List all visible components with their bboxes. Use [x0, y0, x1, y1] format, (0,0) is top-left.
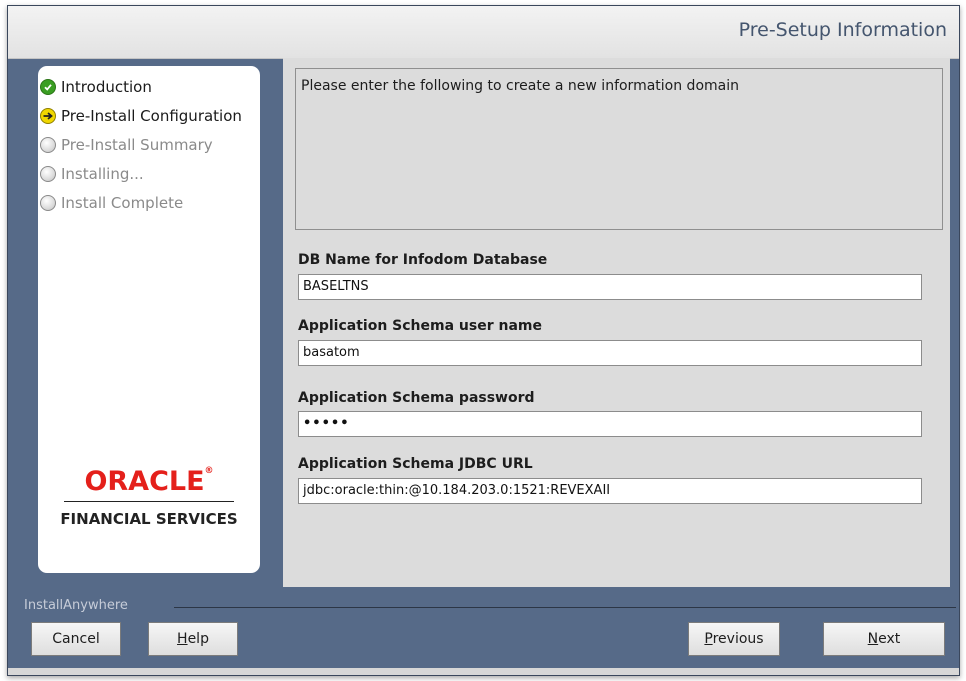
- step-introduction: Introduction: [40, 72, 242, 101]
- schema-user-input[interactable]: basatom: [298, 340, 922, 366]
- step-label: Install Complete: [61, 193, 184, 212]
- step-pre-install-summary: Pre-Install Summary: [40, 130, 242, 159]
- steps-list: Introduction Pre-Install Configuration P…: [40, 72, 242, 217]
- content-panel: Please enter the following to create a n…: [283, 58, 950, 587]
- schema-password-input[interactable]: •••••: [298, 411, 922, 437]
- step-label: Pre-Install Configuration: [61, 106, 242, 125]
- window-bottom-edge: [8, 668, 959, 675]
- page-title: Pre-Setup Information: [738, 19, 947, 41]
- circle-icon: [40, 194, 56, 211]
- step-pre-install-configuration: Pre-Install Configuration: [40, 101, 242, 130]
- schema-user-label: Application Schema user name: [298, 318, 542, 334]
- check-icon: [40, 78, 56, 95]
- help-button[interactable]: Help: [148, 622, 238, 656]
- next-button[interactable]: Next: [823, 622, 945, 656]
- financial-services-label: FINANCIAL SERVICES: [60, 510, 238, 528]
- previous-button[interactable]: Previous: [688, 622, 780, 656]
- jdbc-url-label: Application Schema JDBC URL: [298, 456, 533, 472]
- circle-icon: [40, 165, 56, 182]
- cancel-button[interactable]: Cancel: [31, 622, 121, 656]
- step-label: Pre-Install Summary: [61, 135, 213, 154]
- logo-divider: [64, 501, 234, 502]
- circle-icon: [40, 136, 56, 153]
- description-text: Please enter the following to create a n…: [301, 78, 739, 94]
- header-bar: Pre-Setup Information: [8, 6, 959, 59]
- db-name-input[interactable]: BASELTNS: [298, 274, 922, 300]
- jdbc-url-input[interactable]: jdbc:oracle:thin:@10.184.203.0:1521:REVE…: [298, 478, 922, 504]
- oracle-logo: ORACLE® FINANCIAL SERVICES: [38, 466, 260, 528]
- installer-window: Pre-Setup Information Introduction Pre-I…: [7, 5, 960, 676]
- arrow-right-icon: [40, 107, 56, 124]
- footer-divider: [174, 607, 956, 608]
- steps-panel: Introduction Pre-Install Configuration P…: [38, 66, 260, 573]
- db-name-label: DB Name for Infodom Database: [298, 252, 548, 268]
- step-label: Introduction: [61, 77, 152, 96]
- installanywhere-label: InstallAnywhere: [24, 598, 128, 613]
- schema-password-label: Application Schema password: [298, 390, 535, 406]
- step-installing: Installing...: [40, 159, 242, 188]
- step-label: Installing...: [61, 164, 144, 183]
- description-box: Please enter the following to create a n…: [295, 68, 943, 230]
- step-install-complete: Install Complete: [40, 188, 242, 217]
- oracle-wordmark: ORACLE®: [84, 466, 214, 497]
